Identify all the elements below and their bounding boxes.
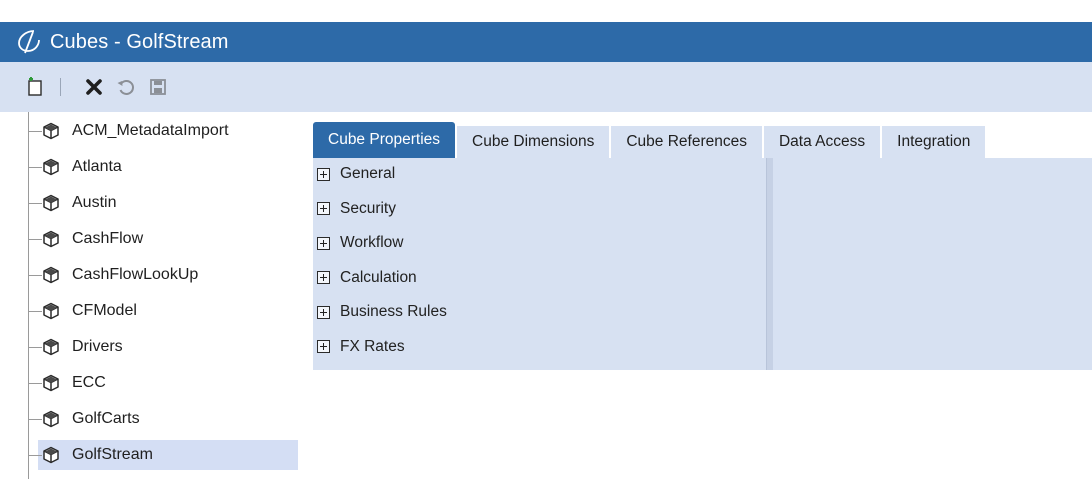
section-business-rules[interactable]: Business Rules [317, 296, 447, 328]
main-content: Cube Properties Cube Dimensions Cube Refer… [300, 112, 1092, 479]
window-title: Cubes - GolfStream [50, 30, 229, 53]
section-label: Business Rules [340, 303, 447, 320]
onestream-logo-icon [18, 30, 40, 54]
tree-item-cashflowlookup[interactable]: CashFlowLookUp [28, 260, 298, 290]
cube-icon [43, 410, 59, 428]
expand-icon[interactable] [317, 202, 330, 215]
tree-branch-line [28, 311, 42, 312]
tab-data-access[interactable]: Data Access [763, 126, 881, 158]
save-button[interactable] [145, 74, 171, 100]
revert-icon [117, 79, 134, 95]
tree-item-label: GolfCarts [72, 410, 140, 427]
section-general[interactable]: General [317, 158, 395, 190]
tree-item-golfstream[interactable]: GolfStream [28, 440, 298, 470]
new-button[interactable] [22, 74, 48, 100]
tree-item-acm-metadataimport[interactable]: ACM_MetadataImport [28, 116, 298, 146]
section-fx-rates[interactable]: FX Rates [317, 331, 405, 363]
tree-branch-line [28, 419, 42, 420]
cube-icon [43, 338, 59, 356]
delete-icon [86, 79, 102, 95]
tree-item-golfcarts[interactable]: GolfCarts [28, 404, 298, 434]
section-workflow[interactable]: Workflow [317, 227, 403, 259]
toolbar-separator [60, 78, 61, 96]
cube-icon [43, 446, 59, 464]
expand-icon[interactable] [317, 236, 330, 250]
cube-icon [43, 158, 59, 176]
cube-tree: ACM_MetadataImport Atlanta Austin CashFlow C… [18, 112, 301, 479]
expand-icon[interactable] [317, 340, 330, 353]
expand-icon[interactable] [317, 305, 330, 319]
tree-branch-line [28, 275, 42, 276]
toolbar [0, 62, 1092, 112]
title-bar: Cubes - GolfStream [0, 22, 1092, 62]
tree-branch-line [28, 383, 42, 384]
property-grid-splitter[interactable] [766, 158, 773, 370]
expand-icon[interactable] [317, 167, 330, 181]
tab-cube-properties[interactable]: Cube Properties [313, 122, 456, 158]
tree-item-label: Austin [72, 194, 117, 211]
tree-branch-line [28, 167, 42, 168]
cube-icon [43, 194, 59, 212]
tree-item-label: ECC [72, 374, 106, 391]
tab-cube-dimensions[interactable]: Cube Dimensions [457, 126, 610, 158]
cube-icon [43, 374, 59, 392]
tab-cube-references[interactable]: Cube References [611, 126, 762, 158]
tree-item-cashflow[interactable]: CashFlow [28, 224, 298, 254]
section-label: Calculation [340, 268, 417, 286]
delete-button[interactable] [81, 74, 107, 100]
cube-icon [43, 230, 59, 248]
new-icon [28, 77, 42, 96]
expand-icon[interactable] [317, 271, 330, 284]
tab-strip: Cube Properties Cube Dimensions Cube Refer… [313, 122, 987, 158]
section-label: Workflow [340, 234, 404, 251]
top-strip [0, 0, 1092, 23]
tree-item-label: CFModel [72, 302, 137, 319]
tree-item-label: CashFlow [72, 230, 144, 247]
tree-item-label: CashFlowLookUp [72, 266, 199, 283]
section-label: Security [340, 199, 396, 217]
section-security[interactable]: Security [317, 193, 396, 225]
tree-branch-line [28, 131, 42, 132]
save-icon [150, 79, 166, 95]
tree-item-label: Drivers [72, 338, 123, 355]
cube-icon [43, 302, 59, 320]
tree-branch-line [28, 203, 42, 204]
cube-icon [43, 122, 59, 140]
cube-icon [43, 266, 59, 284]
tree-item-atlanta[interactable]: Atlanta [28, 152, 298, 182]
section-calculation[interactable]: Calculation [317, 262, 417, 294]
tree-branch-line [28, 239, 42, 240]
tab-integration[interactable]: Integration [882, 126, 986, 158]
properties-panel: General Security Workflow Calculation Busine… [313, 158, 1092, 370]
revert-button[interactable] [113, 74, 139, 100]
tree-item-label: Atlanta [72, 158, 122, 175]
tree-item-cfmodel[interactable]: CFModel [28, 296, 298, 326]
tree-item-austin[interactable]: Austin [28, 188, 298, 218]
tree-item-label: ACM_MetadataImport [72, 122, 229, 139]
tree-item-drivers[interactable]: Drivers [28, 332, 298, 362]
section-label: FX Rates [340, 337, 405, 355]
tree-item-label: GolfStream [72, 446, 153, 463]
section-label: General [340, 165, 396, 182]
tree-item-ecc[interactable]: ECC [28, 368, 298, 398]
tree-branch-line [28, 455, 42, 456]
tree-branch-line [28, 347, 42, 348]
